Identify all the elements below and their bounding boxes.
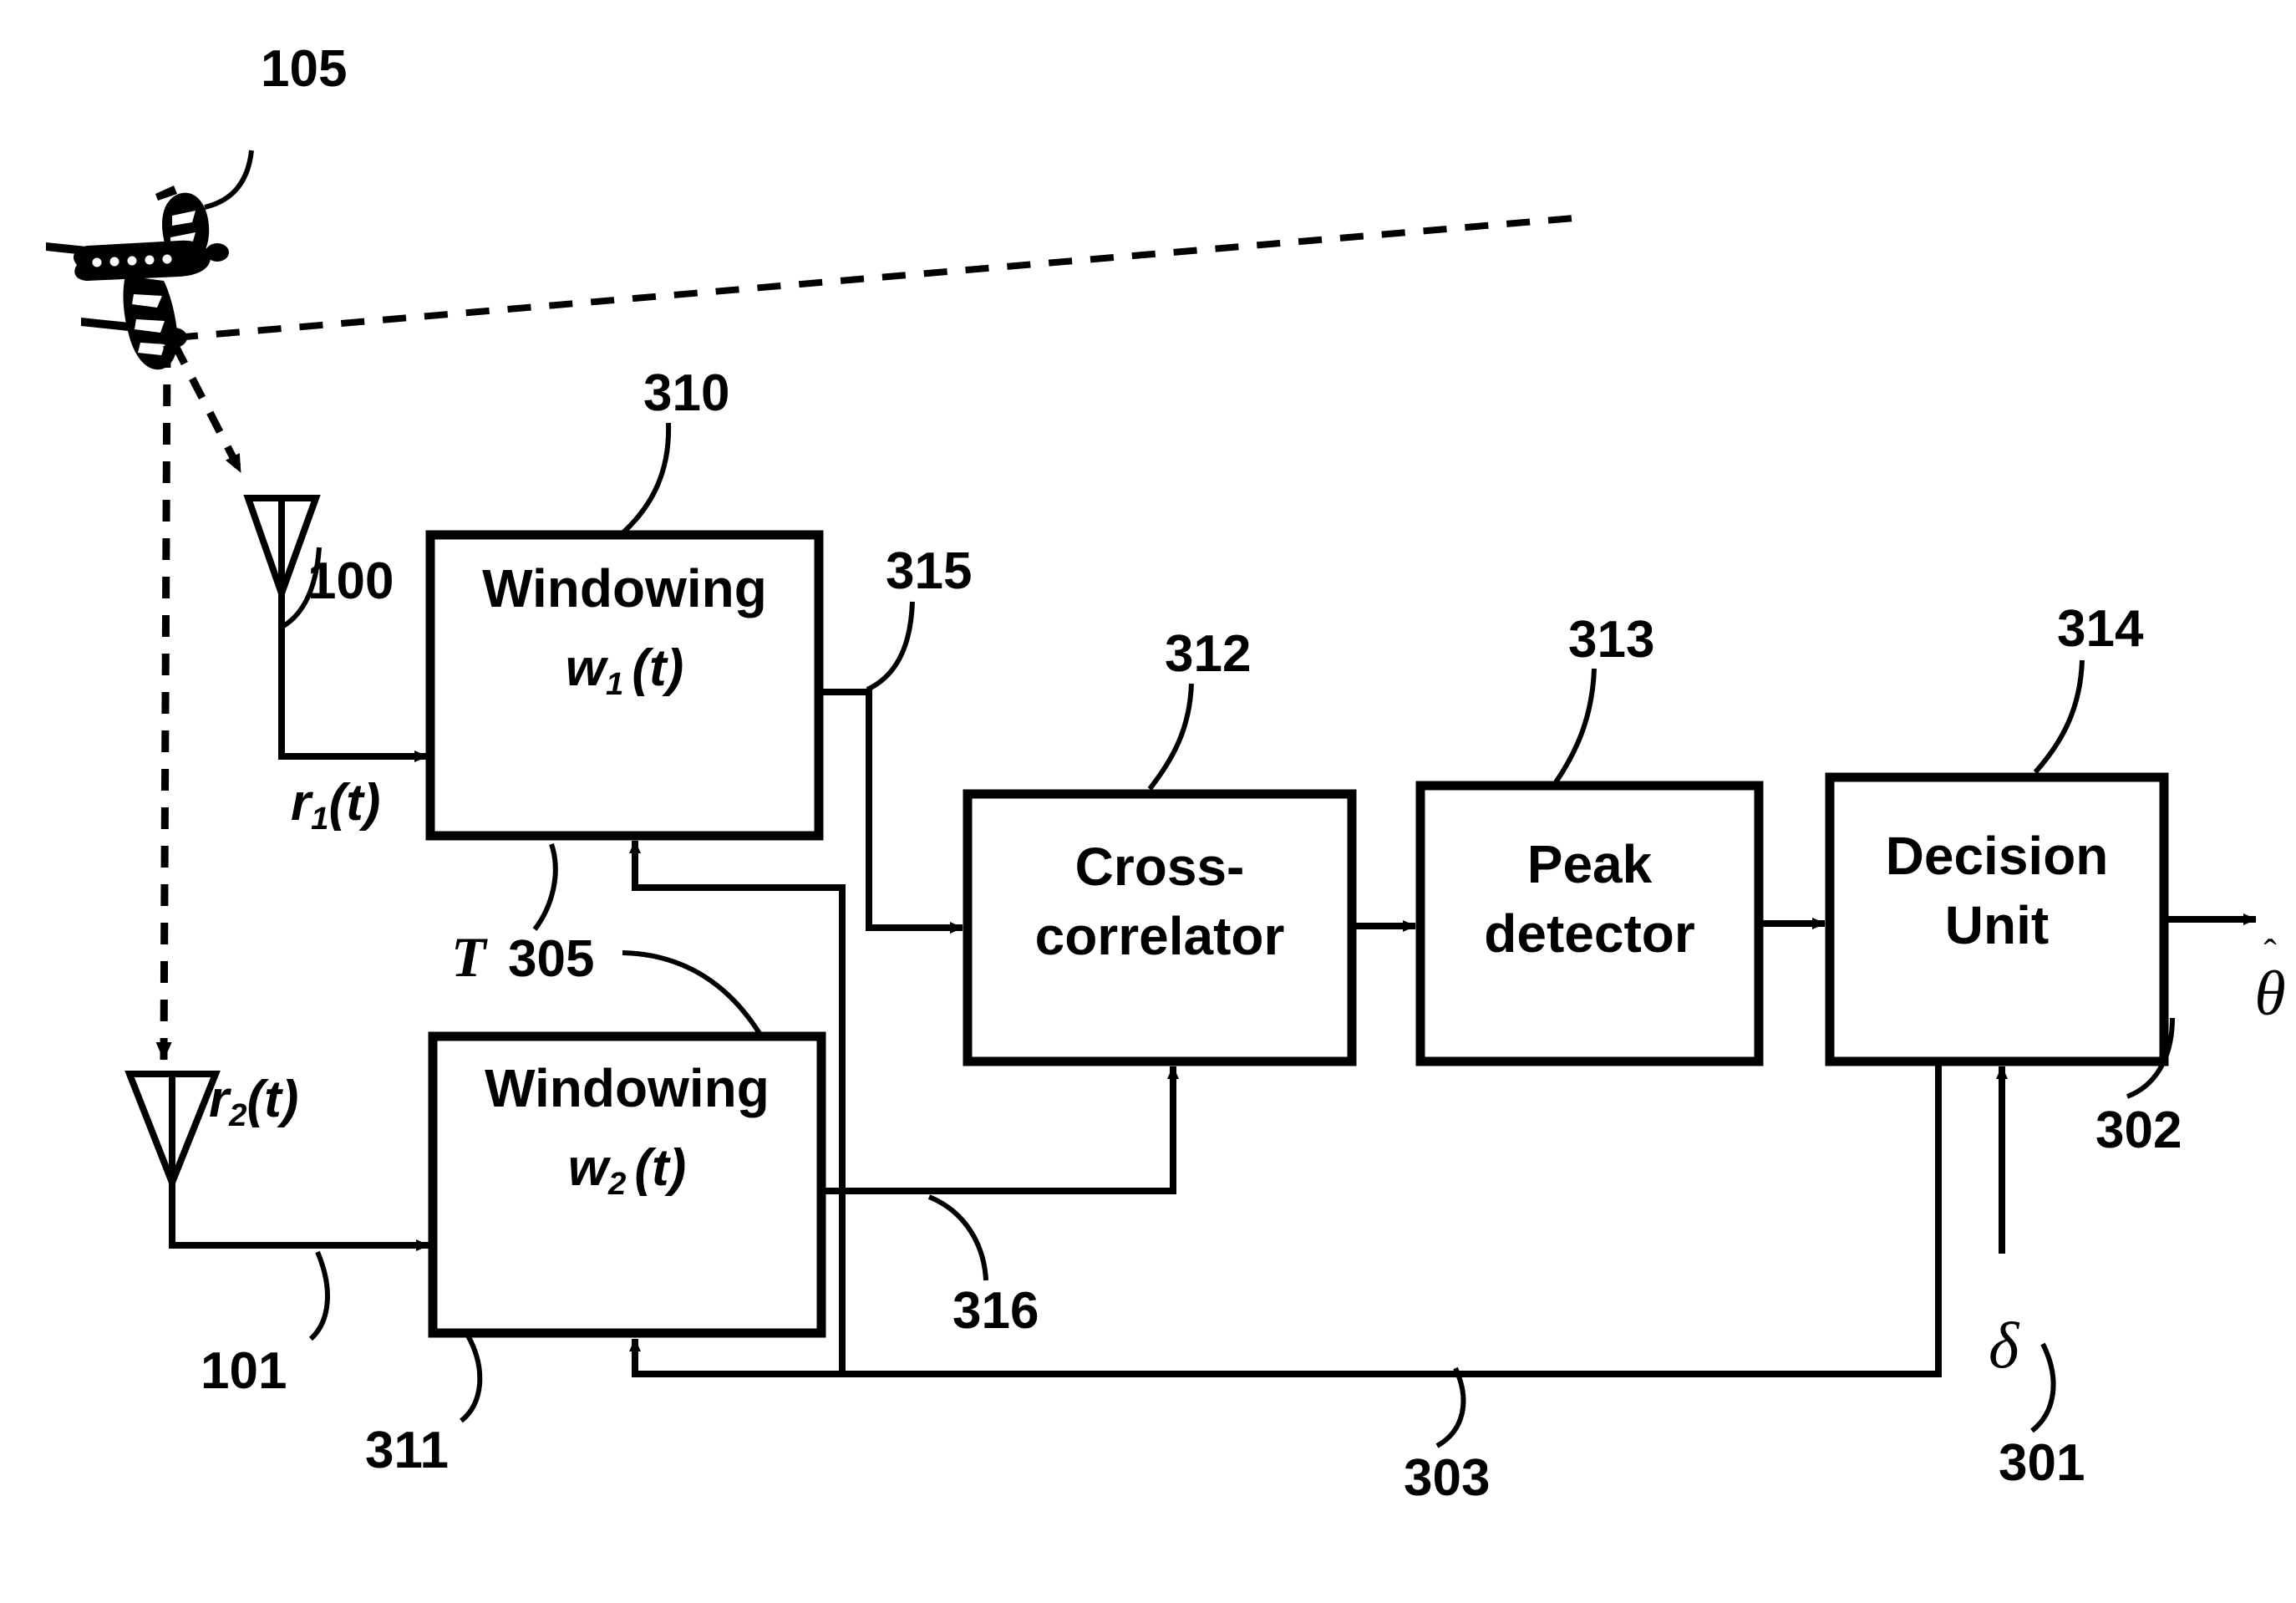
ref-305: 305 — [508, 930, 595, 988]
ref-302: 302 — [2095, 1102, 2182, 1159]
ref-313: 313 — [1568, 611, 1655, 669]
ref-303: 303 — [1404, 1449, 1491, 1507]
figure-canvas: 105 100 101 310 311 312 313 314 315 316 … — [0, 0, 2296, 1603]
output-symbol-theta-hat: ˆ θ — [2233, 934, 2296, 1029]
leader-line-311 — [460, 1334, 483, 1423]
wire-316-w2-to-xcorr — [821, 1066, 1179, 1194]
input-symbol-delta: δ — [1989, 1309, 2019, 1382]
wire-303-feedback-to-w2 — [629, 1063, 1942, 1377]
window-length-symbol: T — [451, 925, 486, 989]
ref-316: 316 — [952, 1282, 1039, 1340]
decision-unit-line1: Decision — [1885, 826, 2109, 886]
signal-label-r1: r1(t) — [291, 773, 380, 837]
leader-line-313 — [1553, 668, 1597, 784]
block-label-windowing-2: Windowing w2 (t) — [433, 1058, 821, 1202]
ref-310: 310 — [643, 364, 730, 422]
label-window-length: T 305 — [451, 924, 594, 990]
windowing-1-function: w1 (t) — [430, 639, 819, 702]
w2-arg: (t) — [634, 1139, 687, 1198]
w1-base: w — [565, 639, 606, 698]
w2-subscript: 2 — [607, 1165, 627, 1202]
signal-r1-subscript: 1 — [311, 800, 329, 837]
ref-100: 100 — [307, 552, 394, 610]
feed-line-antenna-2 — [169, 1183, 429, 1251]
leader-line-316 — [927, 1194, 988, 1281]
signal-label-r2: r2(t) — [209, 1070, 298, 1134]
leader-line-312 — [1147, 683, 1194, 791]
leader-line-101 — [308, 1250, 330, 1341]
block-label-peak-detector: Peak detector — [1420, 834, 1759, 964]
leader-line-105 — [204, 150, 254, 210]
signal-r2-base: r — [209, 1071, 230, 1128]
windowing-1-title: Windowing — [482, 558, 767, 618]
cross-correlator-line2: correlator — [1034, 906, 1285, 967]
leader-line-301 — [2030, 1342, 2056, 1433]
ref-315: 315 — [886, 542, 973, 600]
windowing-2-function: w2 (t) — [433, 1139, 821, 1202]
direct-path-ray — [174, 214, 1584, 341]
theta-symbol: θ — [2254, 959, 2286, 1029]
leader-line-305-up — [532, 843, 558, 931]
signal-r1-arg: (t) — [328, 774, 381, 832]
block-label-cross-correlator: Cross- correlator — [968, 837, 1352, 967]
ref-311: 311 — [365, 1422, 450, 1479]
leader-line-310 — [620, 422, 672, 536]
cross-correlator-line1: Cross- — [1074, 837, 1245, 897]
ref-105: 105 — [261, 40, 348, 98]
leader-line-303 — [1435, 1366, 1466, 1448]
aircraft-icon — [46, 186, 229, 370]
leader-line-315 — [866, 601, 915, 692]
w2-base: w — [567, 1139, 608, 1198]
windowing-2-title: Windowing — [485, 1058, 770, 1118]
antenna-1-icon — [243, 495, 321, 603]
ray-to-antenna-2 — [155, 345, 172, 1061]
leader-line-305-down — [622, 950, 763, 1036]
ray-to-antenna-1 — [171, 342, 244, 475]
ref-314: 314 — [2057, 600, 2144, 658]
w1-arg: (t) — [632, 639, 684, 698]
ref-312: 312 — [1165, 625, 1252, 683]
signal-r2-arg: (t) — [246, 1071, 299, 1128]
peak-detector-line2: detector — [1484, 903, 1695, 964]
peak-detector-line1: Peak — [1526, 834, 1653, 894]
decision-unit-line2: Unit — [1944, 895, 2050, 956]
ref-101: 101 — [201, 1342, 287, 1400]
feed-line-antenna-1 — [278, 593, 428, 762]
ref-301: 301 — [1999, 1434, 2085, 1492]
block-label-windowing-1: Windowing w1 (t) — [430, 558, 819, 702]
w1-subscript: 1 — [605, 665, 624, 702]
leader-line-314 — [2033, 659, 2085, 774]
signal-r1-base: r — [291, 774, 312, 832]
signal-r2-subscript: 2 — [229, 1097, 247, 1133]
antenna-2-icon — [124, 1071, 221, 1192]
block-label-decision-unit: Decision Unit — [1830, 827, 2164, 954]
